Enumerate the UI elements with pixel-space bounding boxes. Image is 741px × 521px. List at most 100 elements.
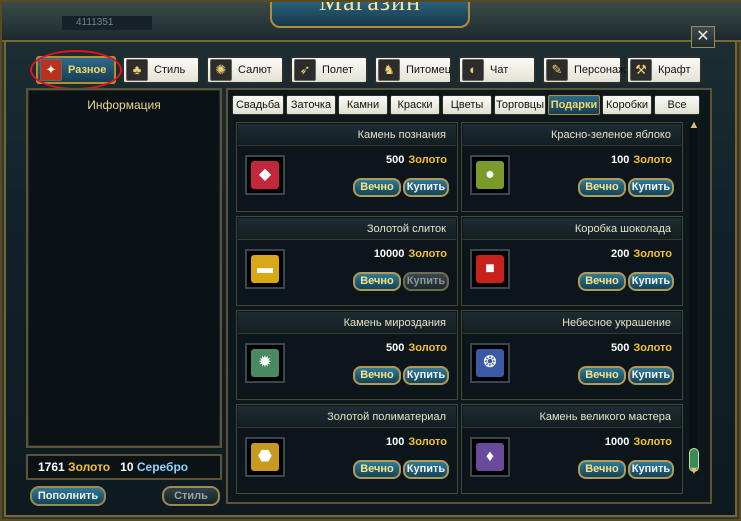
- forever-button[interactable]: Вечно: [353, 460, 401, 479]
- category-tab-salute[interactable]: ✺ Салют: [206, 56, 284, 84]
- item-icon-slot[interactable]: ●: [470, 155, 510, 195]
- gold-amount: 1761: [38, 460, 65, 474]
- forever-button[interactable]: Вечно: [578, 366, 626, 385]
- subtab-dyes[interactable]: Краски: [390, 95, 440, 115]
- chat-icon: ◐: [462, 59, 484, 81]
- subtab-merchants[interactable]: Торговцы: [494, 95, 546, 115]
- craft-icon: ⚒: [630, 59, 652, 81]
- subtab-stones[interactable]: Камни: [338, 95, 388, 115]
- category-label: Чат: [490, 64, 509, 76]
- category-label: Персонаж: [574, 64, 626, 76]
- buy-button[interactable]: Купить: [628, 178, 674, 197]
- category-label: Питомец: [406, 64, 452, 76]
- item-name: Золотой полиматериал: [238, 406, 456, 428]
- currency-bar: 1761 Золото 10 Серебро: [26, 454, 222, 480]
- price-currency: Золото: [633, 342, 672, 354]
- forever-button[interactable]: Вечно: [578, 178, 626, 197]
- character-icon: ✎: [546, 59, 568, 81]
- item-icon-slot[interactable]: ✹: [245, 343, 285, 383]
- style-button[interactable]: Стиль: [162, 486, 220, 506]
- title-bar: 4111351 Магазин: [2, 2, 741, 42]
- buy-button[interactable]: Купить: [628, 460, 674, 479]
- buy-button[interactable]: Купить: [403, 366, 449, 385]
- price-amount: 1000: [604, 436, 630, 448]
- category-tab-craft[interactable]: ⚒ Крафт: [626, 56, 702, 84]
- buy-button[interactable]: Купить: [403, 178, 449, 197]
- subtab-enchant[interactable]: Заточка: [286, 95, 336, 115]
- buy-button[interactable]: Купить: [403, 460, 449, 479]
- category-label: Разное: [68, 64, 107, 76]
- info-title: Информация: [87, 98, 161, 112]
- item-name: Красно-зеленое яблоко: [463, 124, 681, 146]
- subtab-boxes[interactable]: Коробки: [602, 95, 652, 115]
- subtab-flowers[interactable]: Цветы: [442, 95, 492, 115]
- item-name: Золотой слиток: [238, 218, 456, 240]
- shop-item-card: Коробка шоколада ■ 200 Золото Вечно Купит…: [461, 216, 683, 306]
- scroll-down-arrow-icon[interactable]: ▼: [687, 464, 701, 478]
- item-price: 500 Золото: [386, 342, 447, 354]
- category-label: Стиль: [154, 64, 186, 76]
- buy-button[interactable]: Купить: [628, 366, 674, 385]
- price-currency: Золото: [633, 436, 672, 448]
- player-id-label: 4111351: [62, 16, 152, 30]
- window-title: Магазин: [272, 2, 468, 15]
- price-amount: 10000: [373, 248, 405, 260]
- price-currency: Золото: [408, 436, 447, 448]
- item-icon-slot[interactable]: ■: [470, 249, 510, 289]
- item-price: 1000 Золото: [605, 436, 672, 448]
- item-icon-slot[interactable]: ▬: [245, 249, 285, 289]
- gift-bag-icon: ✦: [40, 59, 62, 81]
- price-currency: Золото: [633, 248, 672, 260]
- category-tab-pet[interactable]: ♞ Питомец: [374, 56, 452, 84]
- price-currency: Золото: [408, 248, 447, 260]
- silver-label: Серебро: [136, 460, 189, 474]
- forever-button[interactable]: Вечно: [353, 178, 401, 197]
- price-amount: 500: [386, 342, 405, 354]
- item-icon-slot[interactable]: ⬣: [245, 437, 285, 477]
- scroll-up-arrow-icon[interactable]: ▲: [687, 118, 701, 132]
- shop-item-card: Камень познания ◆ 500 Золото Вечно Купить: [236, 122, 458, 212]
- shop-item-card: Золотой слиток ▬ 10000 Золото Вечно Купит…: [236, 216, 458, 306]
- subtab-gifts[interactable]: Подарки: [548, 95, 600, 115]
- subtab-all[interactable]: Все: [654, 95, 700, 115]
- category-tab-character[interactable]: ✎ Персонаж: [542, 56, 626, 84]
- category-tab-misc[interactable]: ✦ Разное: [36, 56, 116, 84]
- item-icon-slot[interactable]: ♦: [470, 437, 510, 477]
- gift-box-icon: ■: [476, 255, 504, 283]
- price-currency: Золото: [633, 154, 672, 166]
- silver-amount: 10: [120, 460, 134, 474]
- item-price: 100 Золото: [611, 154, 672, 166]
- forever-button[interactable]: Вечно: [353, 272, 401, 291]
- item-price: 200 Золото: [611, 248, 672, 260]
- scrollbar-track[interactable]: [690, 124, 698, 474]
- pet-icon: ♞: [378, 59, 400, 81]
- item-icon-slot[interactable]: ◆: [245, 155, 285, 195]
- close-button[interactable]: ✕: [691, 26, 715, 48]
- buy-button[interactable]: Купить: [628, 272, 674, 291]
- forever-button[interactable]: Вечно: [578, 460, 626, 479]
- item-icon-slot[interactable]: ❂: [470, 343, 510, 383]
- category-tab-flight[interactable]: ➶ Полет: [290, 56, 368, 84]
- buy-button-disabled: Купить: [403, 272, 449, 291]
- green-crystal-icon: ✹: [251, 349, 279, 377]
- shop-item-card: Камень мироздания ✹ 500 Золото Вечно Купи…: [236, 310, 458, 400]
- gold-nugget-icon: ⬣: [251, 443, 279, 471]
- apple-icon: ●: [476, 161, 504, 189]
- forever-button[interactable]: Вечно: [353, 366, 401, 385]
- subtab-wedding[interactable]: Свадьба: [232, 95, 284, 115]
- item-name: Камень великого мастера: [463, 406, 681, 428]
- window-title-plate: Магазин: [270, 2, 470, 28]
- gold-ingot-icon: ▬: [251, 255, 279, 283]
- item-price: 100 Золото: [386, 436, 447, 448]
- topup-button[interactable]: Пополнить: [30, 486, 106, 506]
- item-name: Коробка шоколада: [463, 218, 681, 240]
- category-tab-style[interactable]: ♣ Стиль: [122, 56, 200, 84]
- item-name: Камень познания: [238, 124, 456, 146]
- forever-button[interactable]: Вечно: [578, 272, 626, 291]
- category-tab-chat[interactable]: ◐ Чат: [458, 56, 536, 84]
- category-label: Полет: [322, 64, 353, 76]
- gold-label: Золото: [68, 460, 111, 474]
- item-price: 500 Золото: [611, 342, 672, 354]
- shop-item-card: Красно-зеленое яблоко ● 100 Золото Вечно …: [461, 122, 683, 212]
- item-price: 500 Золото: [386, 154, 447, 166]
